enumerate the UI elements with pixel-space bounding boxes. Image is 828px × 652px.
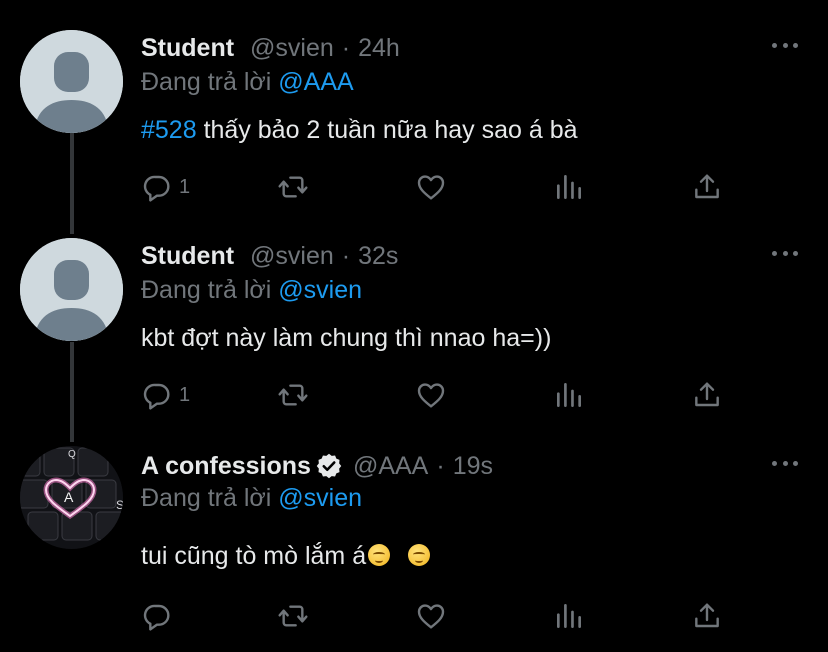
mention-link[interactable]: @svien (278, 484, 362, 512)
more-icon[interactable] (772, 458, 798, 468)
tweet-actions: 1 (141, 375, 731, 415)
analytics-icon (557, 383, 581, 407)
reply-icon (143, 383, 170, 410)
tweet[interactable]: Q S A A confessions @AAA · 19s Đang trả … (0, 446, 828, 652)
keyboard-heart-avatar-icon: Q S A (20, 446, 123, 549)
retweet-icon (278, 605, 308, 627)
like-button[interactable] (415, 167, 447, 207)
separator-dot: · (341, 34, 351, 62)
pensive-face-icon (368, 544, 391, 567)
author-handle[interactable]: @svien (250, 32, 334, 64)
retweet-button[interactable] (277, 596, 309, 636)
svg-text:A: A (64, 489, 74, 505)
replying-to: Đang trả lời @svien (141, 274, 362, 306)
author-name[interactable]: Student (141, 32, 234, 64)
mention-link[interactable]: @AAA (278, 68, 353, 96)
avatar[interactable] (20, 30, 123, 133)
author-name[interactable]: A confessions (141, 450, 311, 482)
avatar[interactable] (20, 238, 123, 341)
timestamp[interactable]: 19s (453, 450, 493, 482)
heart-icon (417, 383, 445, 408)
avatar[interactable]: Q S A (20, 446, 123, 549)
author-name[interactable]: Student (141, 240, 234, 272)
tweet-actions (141, 596, 731, 636)
mention-link[interactable]: @svien (278, 276, 362, 304)
analytics-button[interactable] (553, 596, 585, 636)
replying-to-prefix: Đang trả lời (141, 68, 272, 96)
tweet[interactable]: Student @svien · 24h Đang trả lời @AAA #… (0, 30, 828, 230)
tweet-body: kbt đợt này làm chung thì nnao ha=)) (141, 324, 552, 352)
tweet-text: kbt đợt này làm chung thì nnao ha=)) (141, 322, 551, 354)
verified-badge-icon (316, 453, 342, 479)
like-button[interactable] (415, 596, 447, 636)
replying-to-prefix: Đang trả lời (141, 484, 272, 512)
retweet-button[interactable] (277, 375, 309, 415)
svg-text:S: S (116, 498, 123, 512)
reply-icon (143, 604, 170, 631)
tweet-actions: 1 (141, 167, 731, 207)
share-icon (695, 174, 719, 199)
more-icon[interactable] (772, 248, 798, 258)
share-icon (695, 382, 719, 407)
share-icon (695, 603, 719, 628)
tweet-text: #528 thấy bảo 2 tuần nữa hay sao á bà (141, 114, 578, 146)
tweet[interactable]: Student @svien · 32s Đang trả lời @svien… (0, 238, 828, 438)
like-button[interactable] (415, 375, 447, 415)
share-button[interactable] (691, 167, 723, 207)
replying-to: Đang trả lời @AAA (141, 66, 354, 98)
heart-icon (417, 604, 445, 629)
retweet-icon (278, 176, 308, 198)
default-avatar-icon (20, 30, 123, 133)
replying-to: Đang trả lời @svien (141, 482, 362, 514)
tweet-text: tui cũng tò mò lắm á (141, 540, 431, 572)
share-button[interactable] (691, 596, 723, 636)
default-avatar-icon (20, 238, 123, 341)
timestamp[interactable]: 24h (358, 32, 400, 64)
tweet-header: Student @svien · 24h (141, 32, 400, 64)
tweet-header: Student @svien · 32s (141, 240, 398, 272)
share-button[interactable] (691, 375, 723, 415)
analytics-button[interactable] (553, 167, 585, 207)
author-handle[interactable]: @AAA (353, 450, 428, 482)
reply-button[interactable] (141, 596, 179, 636)
replying-to-prefix: Đang trả lời (141, 276, 272, 304)
heart-icon (417, 175, 445, 200)
tweet-body: thấy bảo 2 tuần nữa hay sao á bà (196, 116, 578, 144)
tweet-body: tui cũng tò mò lắm á (141, 542, 367, 570)
reply-count: 1 (179, 383, 191, 406)
svg-text:Q: Q (68, 449, 76, 460)
hashtag-link[interactable]: #528 (141, 116, 197, 144)
separator-dot: · (436, 452, 445, 480)
analytics-icon (557, 175, 581, 199)
author-handle[interactable]: @svien (250, 240, 334, 272)
analytics-icon (557, 604, 581, 628)
reply-count: 1 (179, 175, 191, 198)
pensive-face-icon (408, 544, 431, 567)
more-icon[interactable] (772, 40, 798, 50)
retweet-icon (278, 384, 308, 406)
reply-icon (143, 175, 170, 202)
analytics-button[interactable] (553, 375, 585, 415)
tweet-header: A confessions @AAA · 19s (141, 450, 493, 482)
separator-dot: · (341, 242, 351, 270)
retweet-button[interactable] (277, 167, 309, 207)
timestamp[interactable]: 32s (358, 240, 398, 272)
reply-button[interactable]: 1 (141, 167, 190, 207)
reply-button[interactable]: 1 (141, 375, 190, 415)
